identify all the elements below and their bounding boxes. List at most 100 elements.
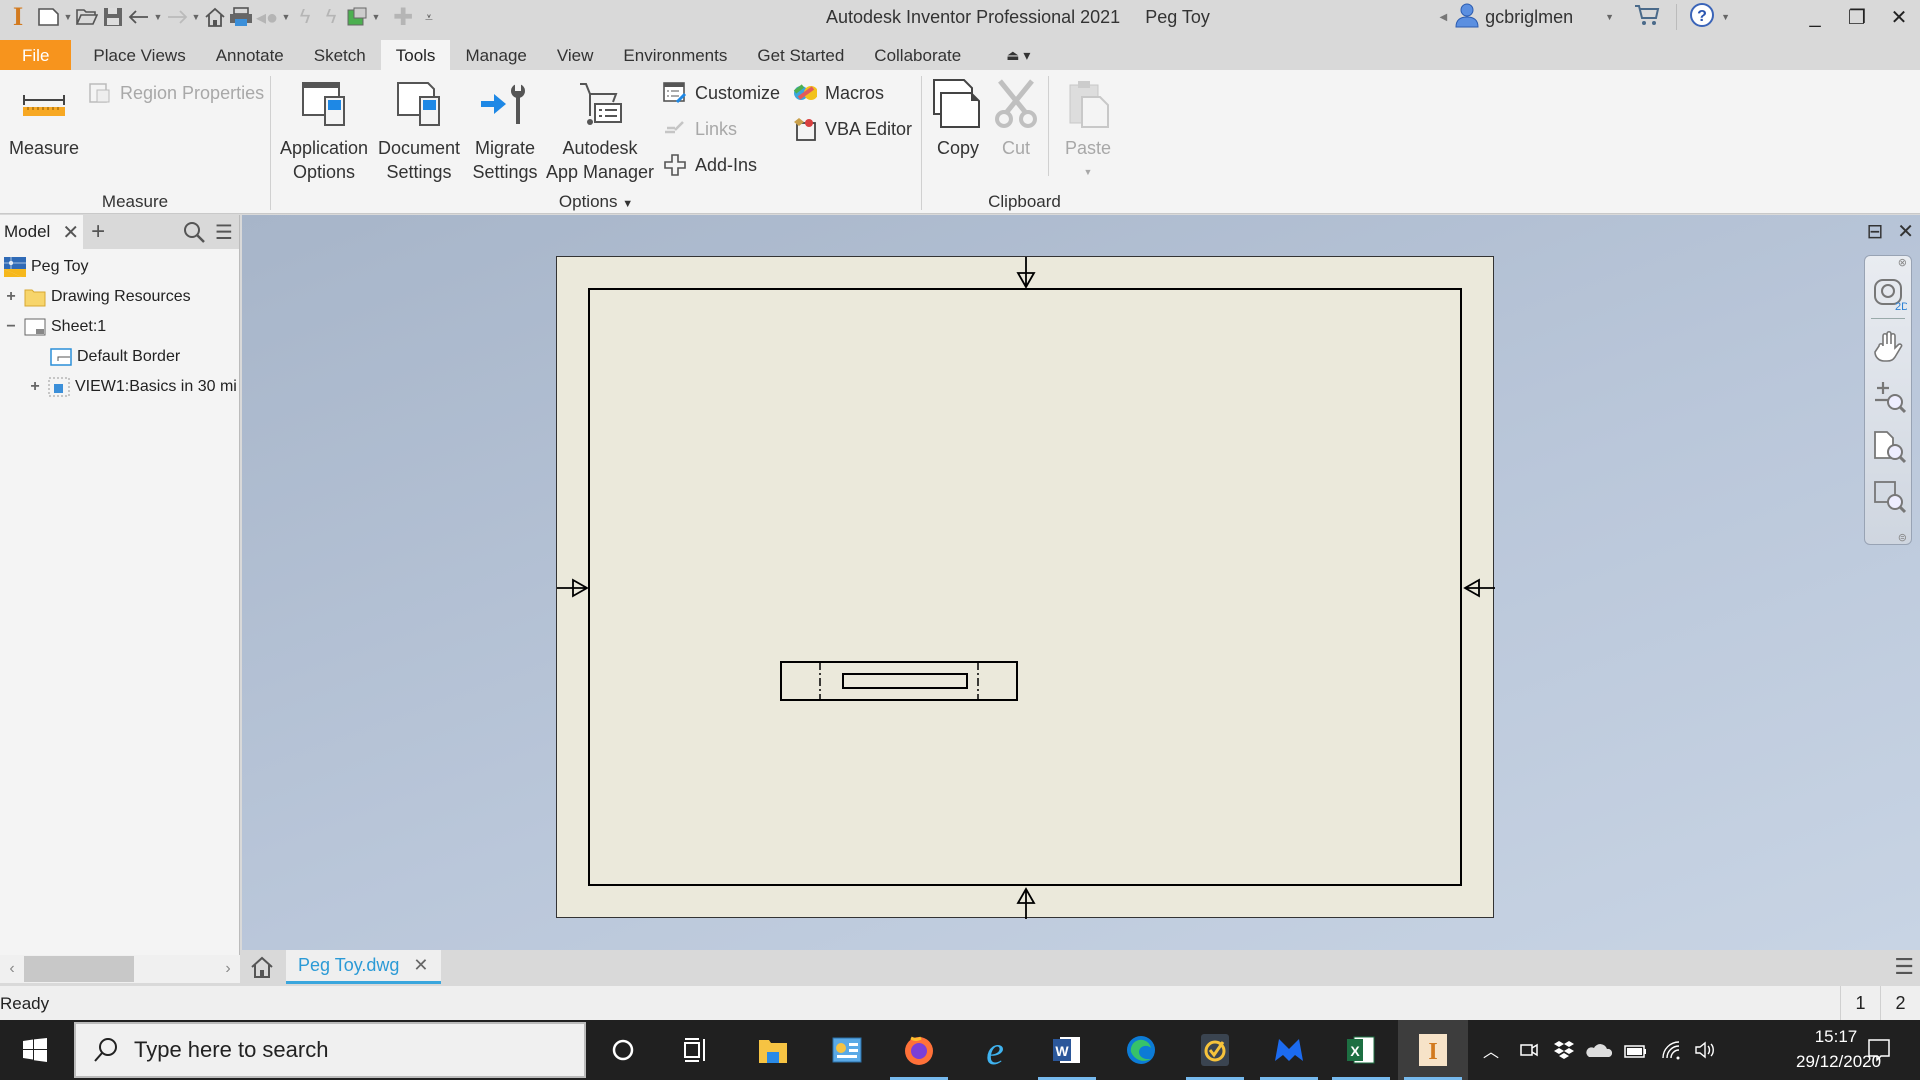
document-settings-button[interactable]: Document Settings <box>374 76 464 184</box>
file-explorer-icon[interactable] <box>738 1020 808 1080</box>
restore-button[interactable]: ❐ <box>1836 0 1878 34</box>
steering-wheel-2d-icon[interactable]: 2D <box>1873 278 1907 312</box>
tab-manage[interactable]: Manage <box>450 40 541 70</box>
excel-icon[interactable]: X <box>1326 1020 1396 1080</box>
window-layout-icon[interactable]: ⊟ <box>1866 219 1883 244</box>
cart-icon[interactable] <box>1634 3 1660 32</box>
customize-button[interactable]: Customize <box>663 78 780 108</box>
browser-menu-icon[interactable]: ☰ <box>209 215 239 249</box>
volume-tray-icon[interactable] <box>1692 1020 1720 1080</box>
user-icon[interactable] <box>1455 2 1479 33</box>
scroll-right-icon[interactable]: › <box>216 960 240 978</box>
tree-item-peg-toy[interactable]: Peg Toy <box>4 253 89 281</box>
cut-button[interactable]: Cut <box>988 76 1044 160</box>
tree-item-drawing-resources[interactable]: + Drawing Resources <box>4 283 191 311</box>
internet-explorer-icon[interactable]: e <box>960 1020 1030 1080</box>
cortana-icon[interactable] <box>588 1020 658 1080</box>
copy-button[interactable]: Copy <box>928 76 988 160</box>
tab-get-started[interactable]: Get Started <box>742 40 859 70</box>
add-browser-tab-icon[interactable]: + <box>83 215 113 249</box>
collapse-arrow-icon[interactable]: ◀ <box>1439 12 1447 23</box>
save-icon[interactable] <box>100 0 126 34</box>
ribbon-display-options-icon[interactable]: ⏏ ▾ <box>976 40 1045 70</box>
inventor-logo-icon[interactable]: I <box>0 0 36 34</box>
tab-sketch[interactable]: Sketch <box>299 40 381 70</box>
norton-icon[interactable] <box>1180 1020 1250 1080</box>
print-icon[interactable] <box>228 0 254 34</box>
home-icon[interactable] <box>202 0 228 34</box>
paste-dropdown-icon[interactable]: ▼ <box>1084 160 1093 184</box>
options-panel-dropdown-icon[interactable]: ▼ <box>622 198 633 210</box>
minimize-button[interactable]: _ <box>1794 0 1836 34</box>
close-window-button[interactable]: ✕ <box>1878 0 1920 34</box>
view1-drawing-view[interactable] <box>779 660 1019 702</box>
collapse-icon[interactable]: − <box>4 318 18 336</box>
tab-file[interactable]: File <box>0 40 72 70</box>
macros-button[interactable]: Macros <box>793 78 884 108</box>
new-icon[interactable] <box>36 0 62 34</box>
return-dropdown-icon[interactable]: ▼ <box>280 0 292 34</box>
camera-tray-icon[interactable] <box>1516 1020 1542 1080</box>
task-view-icon[interactable] <box>660 1020 730 1080</box>
vba-editor-button[interactable]: VBA Editor <box>793 114 912 144</box>
taskbar-search-box[interactable]: Type here to search <box>74 1022 586 1078</box>
undo-icon[interactable] <box>126 0 152 34</box>
tree-item-default-border[interactable]: Default Border <box>50 343 180 371</box>
redo-icon[interactable] <box>164 0 190 34</box>
zoom-icon[interactable] <box>1873 380 1907 414</box>
word-icon[interactable]: W <box>1032 1020 1102 1080</box>
show-hidden-icons[interactable]: ︿ <box>1478 1020 1504 1080</box>
drawing-sheet[interactable] <box>556 256 1495 919</box>
open-icon[interactable] <box>74 0 100 34</box>
update-icon[interactable]: ϟ <box>292 0 318 34</box>
firefox-icon[interactable] <box>884 1020 954 1080</box>
paste-button[interactable]: Paste ▼ <box>1056 76 1120 184</box>
appearance-icon[interactable] <box>344 0 370 34</box>
start-button[interactable] <box>0 1020 70 1080</box>
home-tab-icon[interactable] <box>242 950 282 984</box>
expand-icon[interactable]: + <box>4 288 18 306</box>
battery-tray-icon[interactable] <box>1620 1020 1650 1080</box>
navbar-options-icon[interactable]: ⊜ <box>1898 531 1907 544</box>
user-name[interactable]: gcbriglmen <box>1485 7 1605 28</box>
drawing-canvas[interactable]: ⊟ ✕ ⊗ 2D ⊜ <box>242 215 1920 950</box>
options-panel-title[interactable]: Options ▼ <box>271 192 921 212</box>
tab-collaborate[interactable]: Collaborate <box>859 40 976 70</box>
user-dropdown-icon[interactable]: ▼ <box>1605 12 1614 22</box>
close-browser-tab-icon[interactable]: ✕ <box>62 220 79 245</box>
browser-tab-model[interactable]: Model ✕ <box>0 215 84 249</box>
tab-place-views[interactable]: Place Views <box>71 40 200 70</box>
tab-tools[interactable]: Tools <box>380 40 451 70</box>
undo-dropdown-icon[interactable]: ▼ <box>152 0 164 34</box>
measure-button[interactable]: Measure <box>8 76 80 160</box>
tab-annotate[interactable]: Annotate <box>201 40 299 70</box>
onedrive-tray-icon[interactable] <box>1584 1020 1614 1080</box>
add-icon[interactable]: ✚ <box>390 0 416 34</box>
appearance-dropdown-icon[interactable]: ▼ <box>370 0 382 34</box>
scroll-thumb[interactable] <box>24 956 134 982</box>
app-manager-button[interactable]: Autodesk App Manager <box>544 76 656 184</box>
document-tab-peg-toy[interactable]: Peg Toy.dwg ✕ <box>286 950 441 984</box>
application-options-button[interactable]: Application Options <box>277 76 371 184</box>
update-all-icon[interactable]: ϟ <box>318 0 344 34</box>
close-document-icon[interactable]: ✕ <box>413 955 428 976</box>
customize-toolbar-icon[interactable]: ⩡ <box>416 0 442 34</box>
search-icon[interactable] <box>179 215 209 249</box>
close-canvas-icon[interactable]: ✕ <box>1897 219 1914 244</box>
tree-item-view1[interactable]: + VIEW1:Basics in 30 mi <box>28 373 237 401</box>
zoom-all-icon[interactable] <box>1873 430 1907 464</box>
inventor-taskbar-icon[interactable]: I <box>1398 1020 1468 1080</box>
dropbox-tray-icon[interactable] <box>1550 1020 1578 1080</box>
migrate-settings-button[interactable]: Migrate Settings <box>467 76 543 184</box>
help-dropdown-icon[interactable]: ▼ <box>1721 12 1730 22</box>
tab-environments[interactable]: Environments <box>608 40 742 70</box>
help-icon[interactable]: ? <box>1689 2 1715 33</box>
pan-icon[interactable] <box>1873 330 1907 364</box>
malwarebytes-icon[interactable] <box>1254 1020 1324 1080</box>
add-ins-button[interactable]: Add-Ins <box>663 150 757 180</box>
wifi-tray-icon[interactable] <box>1658 1020 1686 1080</box>
links-button[interactable]: Links <box>663 114 737 144</box>
close-navbar-icon[interactable]: ⊗ <box>1898 256 1907 269</box>
redo-dropdown-icon[interactable]: ▼ <box>190 0 202 34</box>
expand-icon[interactable]: + <box>28 378 42 396</box>
